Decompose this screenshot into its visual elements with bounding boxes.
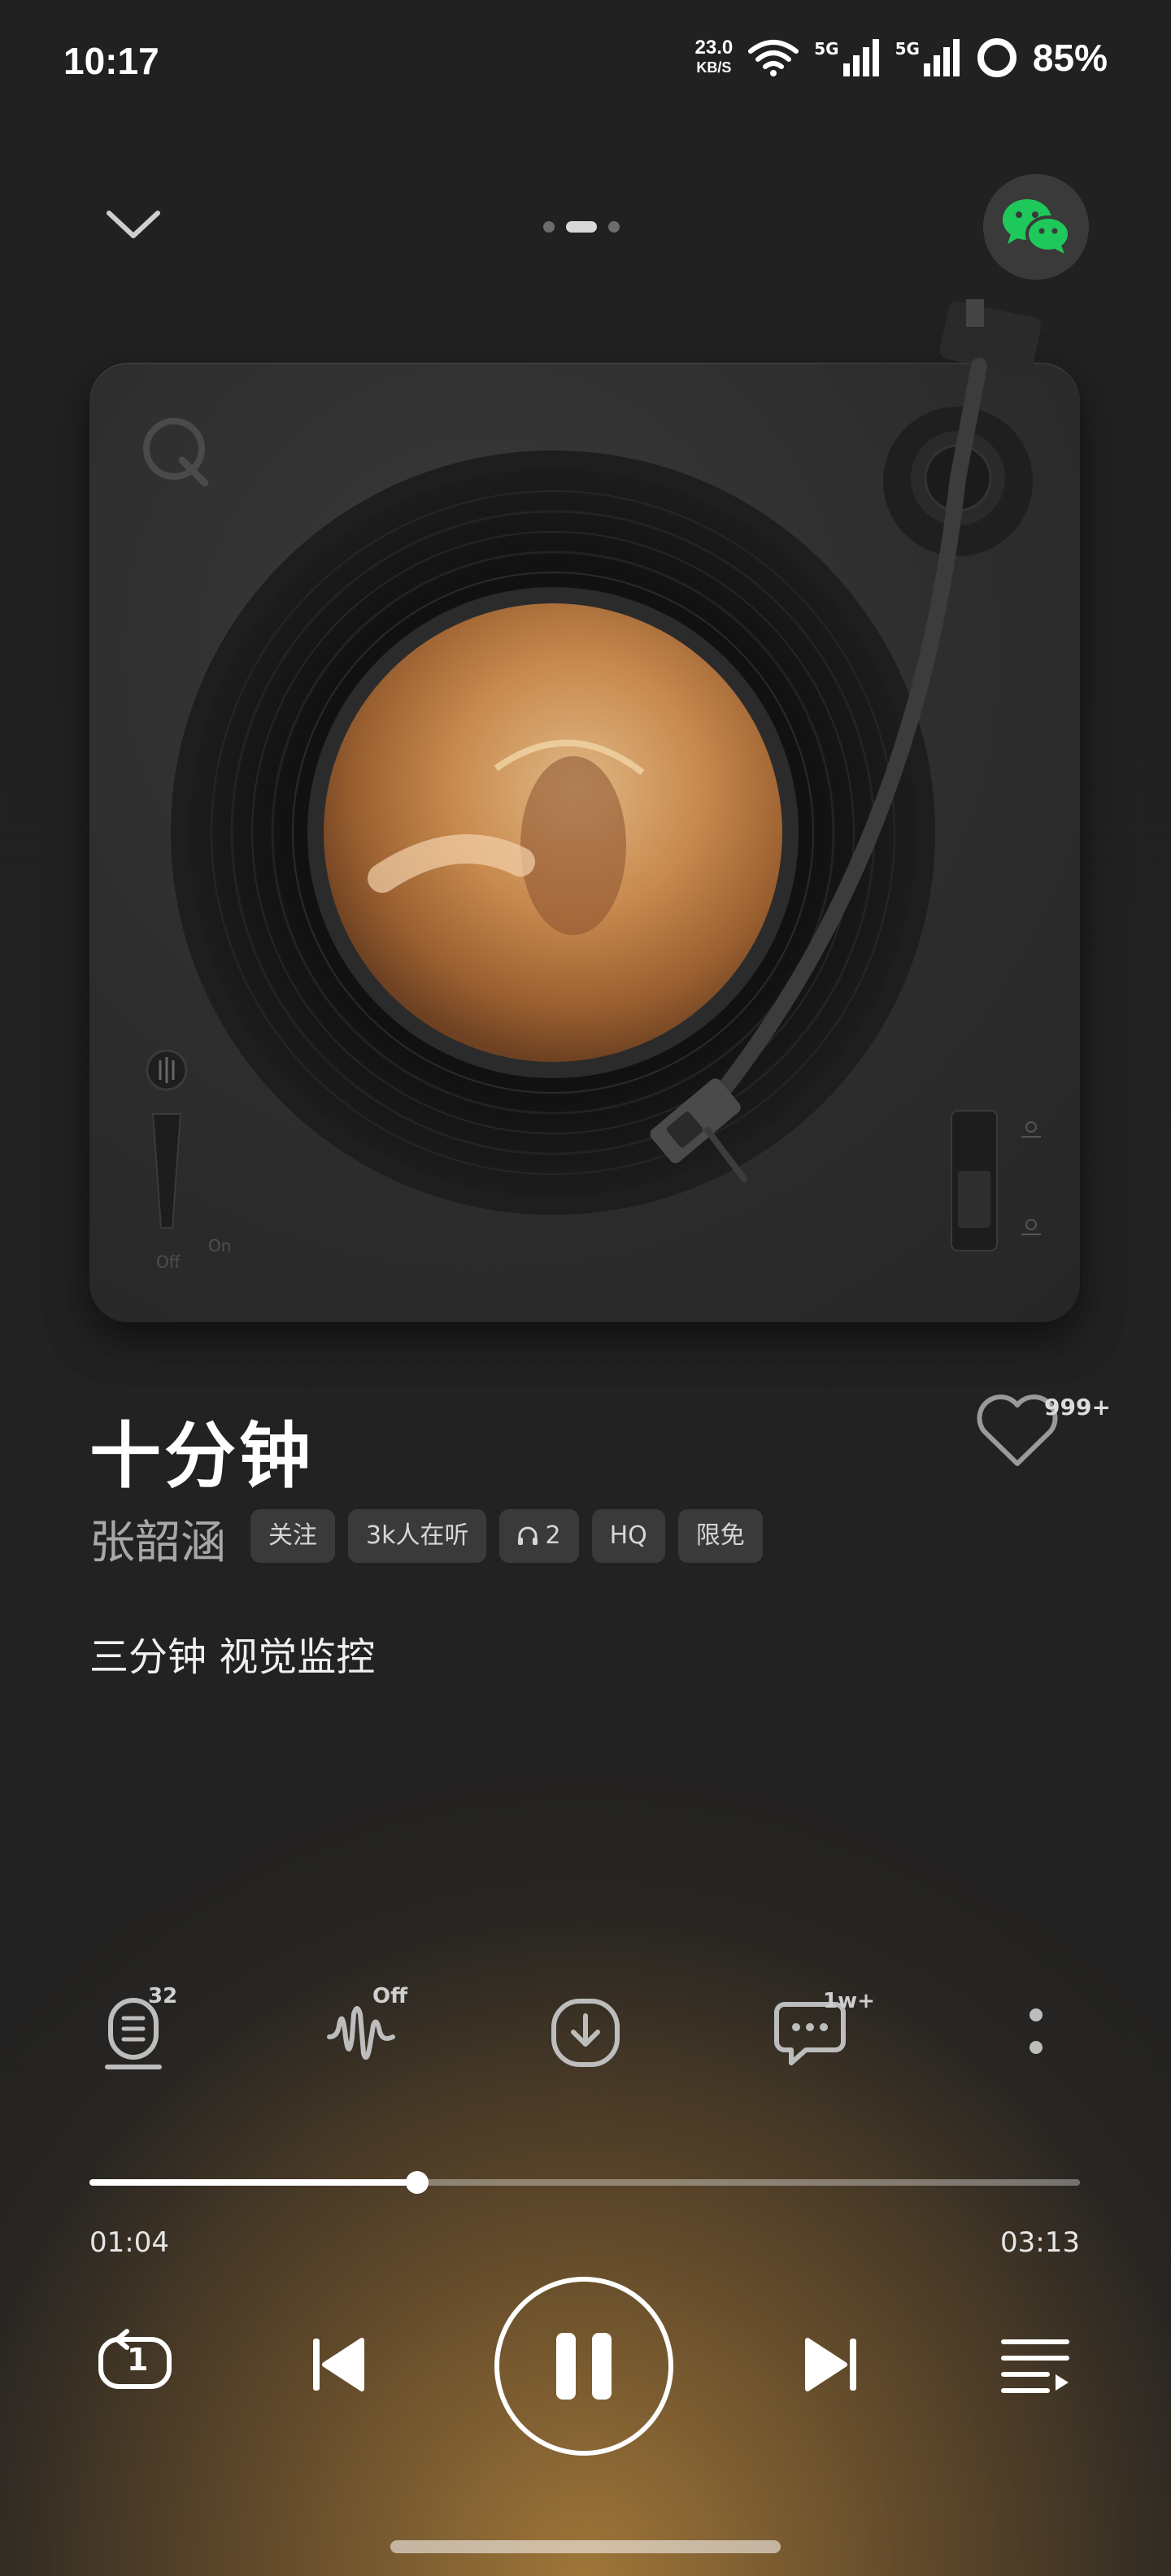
pause-icon	[556, 2333, 612, 2400]
playlist-button[interactable]	[990, 2324, 1080, 2405]
switch-off-label: Off	[156, 1252, 181, 1272]
song-title: 十分钟	[89, 1414, 315, 1498]
like-count: 999+	[1044, 1394, 1111, 1421]
comment-badge: 1w+	[823, 1989, 875, 2013]
more-vertical-icon	[1030, 2008, 1043, 2054]
current-time: 01:04	[89, 2226, 169, 2259]
repeat-one-button[interactable]: 1	[86, 2324, 184, 2405]
download-button[interactable]	[537, 1984, 634, 2082]
lyrics-badge: 32	[148, 1984, 178, 2008]
total-time: 03:13	[1000, 2226, 1080, 2259]
skip-next-icon	[805, 2338, 856, 2391]
home-indicator[interactable]	[390, 2540, 781, 2553]
headphones-icon	[518, 1526, 538, 1545]
song-tags: 关注 3k人在听 2 HQ 限免	[250, 1509, 763, 1563]
pause-button[interactable]	[494, 2277, 673, 2456]
free-tag[interactable]: 限免	[677, 1509, 763, 1563]
playlist-icon	[1001, 2339, 1069, 2393]
more-button[interactable]	[987, 1984, 1085, 2082]
next-button[interactable]	[787, 2324, 877, 2405]
effect-badge: Off	[372, 1984, 408, 2008]
progress-fill	[89, 2179, 417, 2186]
hq-tag[interactable]: HQ	[591, 1509, 665, 1563]
lyric-line[interactable]: 三分钟 视觉监控	[89, 1625, 375, 1682]
previous-button[interactable]	[293, 2324, 382, 2405]
download-icon	[551, 1999, 620, 2067]
follow-tag[interactable]: 关注	[250, 1509, 335, 1563]
skip-previous-icon	[313, 2338, 364, 2391]
headphones-tag[interactable]: 2	[499, 1509, 579, 1563]
repeat-badge: 1	[127, 2342, 149, 2378]
power-switch	[151, 1113, 182, 1229]
turntable-art	[143, 299, 1042, 1251]
q-logo-icon	[143, 418, 209, 487]
artist-name[interactable]: 张韶涵	[89, 1506, 226, 1572]
progress-knob[interactable]	[406, 2171, 429, 2194]
listeners-tag[interactable]: 3k人在听	[348, 1509, 487, 1563]
switch-on-label: On	[208, 1236, 232, 1255]
